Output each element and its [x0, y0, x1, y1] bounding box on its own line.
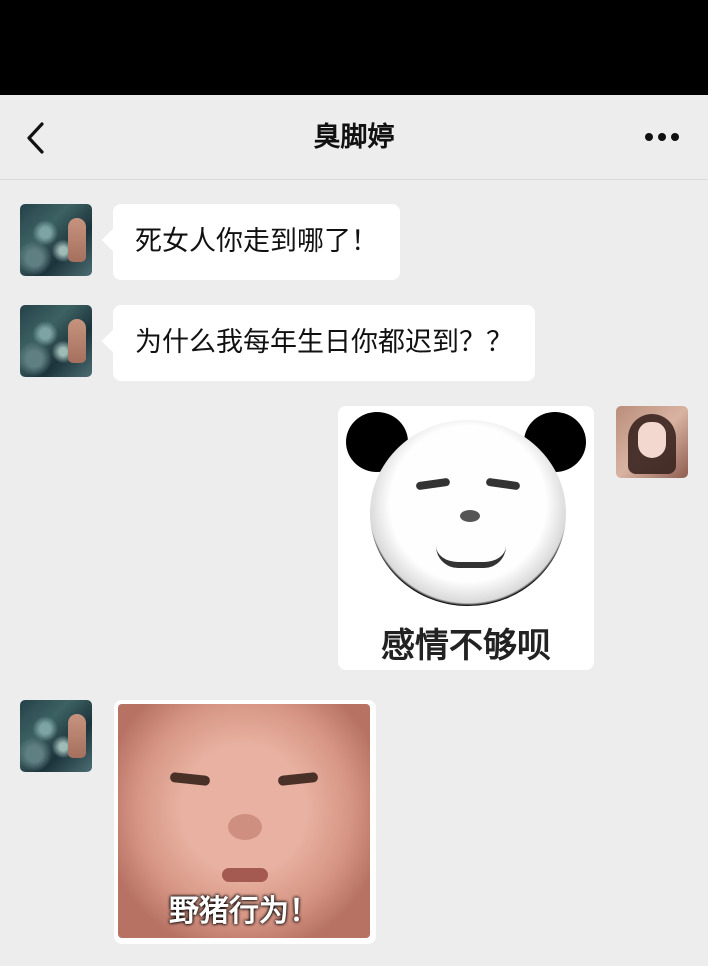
panda-mouth [436, 546, 506, 568]
contact-avatar[interactable] [20, 204, 92, 276]
chat-title: 臭脚婷 [313, 122, 395, 153]
chat-header: 臭脚婷 [0, 95, 708, 180]
ellipsis-icon[interactable] [644, 131, 680, 143]
baby-mouth [222, 868, 268, 882]
status-bar [0, 0, 708, 95]
my-avatar[interactable] [616, 406, 688, 478]
panda-head [370, 420, 566, 606]
sticker-caption: 野猪行为！ [169, 894, 319, 929]
contact-avatar[interactable] [20, 700, 92, 772]
baby-sticker-image: 野猪行为！ [118, 704, 370, 938]
sticker-message[interactable]: 野猪行为！ [114, 700, 376, 944]
baby-eye [169, 771, 211, 787]
panda-eye [415, 477, 451, 491]
panda-eye [485, 477, 521, 491]
baby-eye [277, 771, 319, 787]
panda-nose [460, 510, 480, 522]
sticker-caption: 感情不够呗 [381, 626, 551, 666]
message-bubble[interactable]: 为什么我每年生日你都迟到？？ [113, 305, 535, 381]
avatar-hand-graphic [68, 319, 86, 363]
baby-nose [228, 814, 262, 840]
panda-sticker-image [346, 412, 586, 612]
message-bubble[interactable]: 死女人你走到哪了！ [113, 204, 400, 280]
avatar-hand-graphic [68, 714, 86, 758]
avatar-hand-graphic [68, 218, 86, 262]
contact-avatar[interactable] [20, 305, 92, 377]
sticker-message[interactable]: 感情不够呗 [338, 406, 594, 670]
avatar-face-graphic [638, 422, 666, 458]
